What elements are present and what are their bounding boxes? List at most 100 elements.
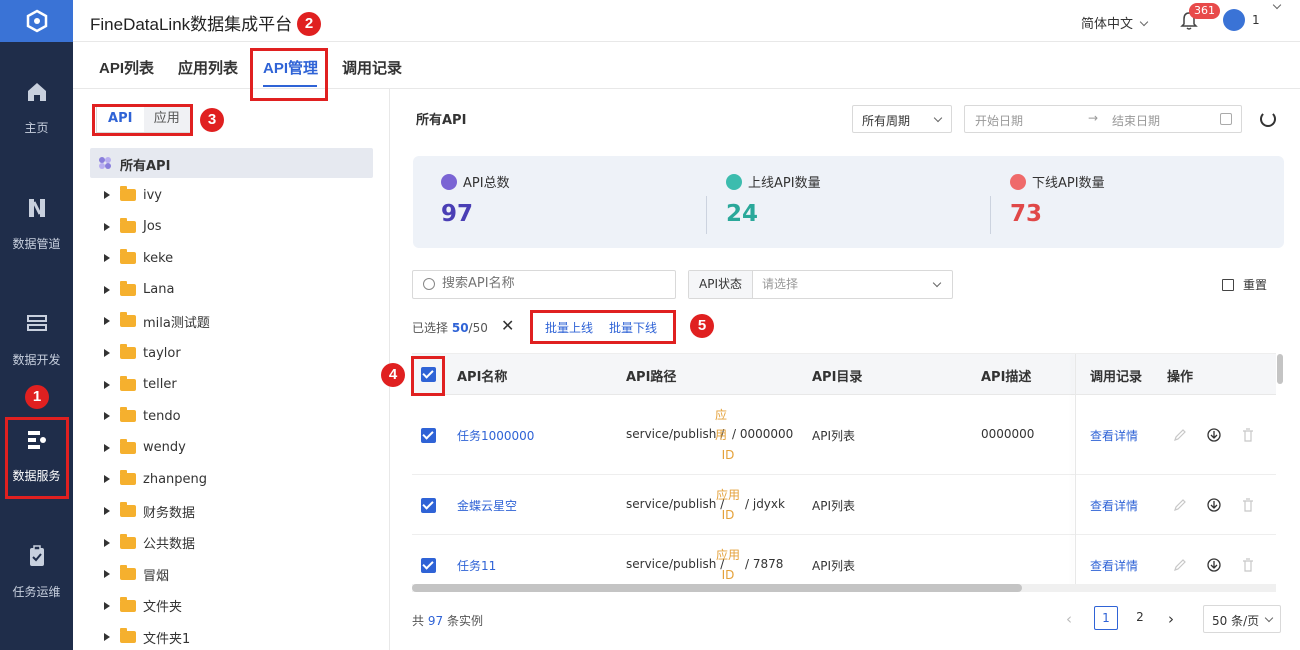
selected-prefix: 已选择	[412, 321, 449, 335]
tree-folder-item[interactable]: 财务数据	[104, 499, 195, 523]
download-action[interactable]	[1207, 498, 1221, 512]
view-details-link[interactable]: 查看详情	[1090, 427, 1138, 444]
table-row[interactable]: 任务11 service/publish / 应用 ID / 7878 API列表 查看详情	[412, 535, 1276, 585]
table-row[interactable]: 任务1000000 service/publish / 应用 ID / 0000000 A…	[412, 395, 1276, 475]
nav-develop[interactable]: 数据开发	[0, 312, 73, 368]
row-checkbox[interactable]	[421, 498, 436, 513]
caret-right-icon[interactable]	[104, 601, 110, 610]
tab-app-list[interactable]: 应用列表	[178, 57, 238, 78]
tree-folder-item[interactable]: wendy	[104, 436, 186, 460]
delete-icon[interactable]	[1241, 558, 1255, 572]
delete-action[interactable]	[1241, 558, 1255, 572]
folder-icon	[120, 502, 136, 517]
delete-icon[interactable]	[1241, 498, 1255, 512]
delete-action[interactable]	[1241, 498, 1255, 512]
api-name-link[interactable]: 任务11	[457, 557, 496, 574]
edit-icon[interactable]	[1173, 428, 1187, 442]
edit-action[interactable]	[1173, 428, 1187, 442]
tree-folder-label: Lana	[143, 282, 175, 298]
path-prefix-text: service/publish	[626, 497, 717, 511]
tree-folder-item[interactable]: ivy	[104, 183, 162, 207]
row-checkbox[interactable]	[421, 428, 436, 443]
prev-page-icon[interactable]: ‹	[1066, 610, 1072, 628]
download-icon[interactable]	[1207, 498, 1221, 512]
clear-selection-icon[interactable]: ✕	[501, 316, 514, 335]
download-icon[interactable]	[1207, 558, 1221, 572]
edit-icon[interactable]	[1173, 498, 1187, 512]
tree-folder-item[interactable]: 公共数据	[104, 531, 195, 555]
edit-icon[interactable]	[1173, 558, 1187, 572]
caret-right-icon[interactable]	[104, 507, 110, 515]
page-1[interactable]: 1	[1094, 606, 1118, 630]
language-select[interactable]: 简体中文	[1081, 13, 1149, 32]
api-status-select[interactable]: API状态 请选择	[688, 270, 953, 299]
top-header: FineDataLink数据集成平台 简体中文 361 1	[73, 0, 1300, 42]
api-name-link[interactable]: 金蝶云星空	[457, 497, 517, 514]
path-app-id-segment: ID	[721, 568, 735, 582]
tree-folder-item[interactable]: taylor	[104, 341, 181, 365]
scrollbar-thumb[interactable]	[412, 584, 1022, 592]
edit-action[interactable]	[1173, 558, 1187, 572]
search-input[interactable]	[442, 276, 662, 291]
download-action[interactable]	[1207, 428, 1221, 442]
caret-right-icon[interactable]	[104, 380, 110, 389]
caret-right-icon[interactable]	[104, 349, 110, 357]
user-chevron-down-icon[interactable]	[1272, 0, 1282, 10]
tab-api-list[interactable]: API列表	[99, 57, 154, 78]
tree-folder-item[interactable]: keke	[104, 246, 173, 270]
caret-right-icon[interactable]	[104, 191, 110, 199]
page-2[interactable]: 2	[1128, 606, 1152, 630]
tree-folder-item[interactable]: teller	[104, 373, 177, 397]
reset-button[interactable]: 重置	[1222, 276, 1267, 293]
caret-right-icon[interactable]	[104, 254, 110, 263]
caret-right-icon[interactable]	[104, 633, 110, 642]
nav-pipeline[interactable]: 数据管道	[0, 196, 73, 252]
caret-right-icon[interactable]	[104, 570, 110, 579]
tree-folder-item[interactable]: Lana	[104, 278, 174, 302]
view-details-link[interactable]: 查看详情	[1090, 497, 1138, 514]
path-prefix-text: service/publish	[626, 557, 717, 571]
path-app-id-segment: 应	[714, 408, 727, 422]
tab-call-record[interactable]: 调用记录	[342, 57, 402, 78]
table-row[interactable]: 金蝶云星空 service/publish / 应用 ID / jdyxk API列表 查看…	[412, 475, 1276, 535]
download-icon[interactable]	[1207, 428, 1221, 442]
caret-right-icon[interactable]	[104, 317, 110, 326]
tree-folder-item[interactable]: tendo	[104, 404, 181, 428]
download-action[interactable]	[1207, 558, 1221, 572]
horizontal-scrollbar[interactable]	[412, 584, 1276, 592]
caret-right-icon[interactable]	[104, 412, 110, 421]
tree-folder-item[interactable]: zhanpeng	[104, 467, 207, 491]
tree-folder-item[interactable]: 冒烟	[104, 562, 169, 586]
refresh-icon[interactable]	[1260, 111, 1276, 127]
delete-action[interactable]	[1241, 428, 1255, 442]
caret-right-icon[interactable]	[104, 538, 110, 547]
tree-folder-item[interactable]: 文件夹	[104, 594, 182, 618]
delete-icon[interactable]	[1241, 428, 1255, 442]
api-name-link[interactable]: 任务1000000	[457, 427, 534, 444]
edit-action[interactable]	[1173, 498, 1187, 512]
caret-right-icon[interactable]	[104, 475, 110, 484]
tree-folder-item[interactable]: 文件夹1	[104, 625, 190, 649]
next-page-icon[interactable]: ›	[1168, 610, 1174, 628]
caret-right-icon[interactable]	[104, 285, 110, 294]
page-size-select[interactable]: 50 条/页	[1203, 605, 1281, 633]
end-date-input[interactable]: 结束日期	[1112, 112, 1160, 129]
caret-right-icon[interactable]	[104, 222, 110, 231]
nav-home[interactable]: 主页	[0, 80, 73, 136]
row-checkbox[interactable]	[421, 558, 436, 573]
folder-icon	[120, 280, 136, 296]
stat-online-label: 上线API数量	[748, 176, 821, 191]
nav-ops[interactable]: 任务运维	[0, 544, 73, 600]
tree-folder-item[interactable]: mila测试题	[104, 309, 210, 333]
caret-right-icon[interactable]	[104, 443, 110, 452]
period-select[interactable]: 所有周期	[852, 105, 952, 133]
logo[interactable]	[0, 0, 73, 42]
tree-all-apis[interactable]: 所有API	[90, 148, 373, 178]
user-name[interactable]: 1	[1252, 13, 1260, 27]
tree-folder-item[interactable]: Jos	[104, 215, 162, 239]
start-date-input[interactable]: 开始日期	[975, 112, 1023, 129]
avatar[interactable]	[1223, 9, 1245, 31]
vertical-scrollbar[interactable]	[1277, 354, 1283, 384]
date-range-picker[interactable]: 开始日期 → 结束日期	[964, 105, 1242, 133]
view-details-link[interactable]: 查看详情	[1090, 557, 1138, 574]
